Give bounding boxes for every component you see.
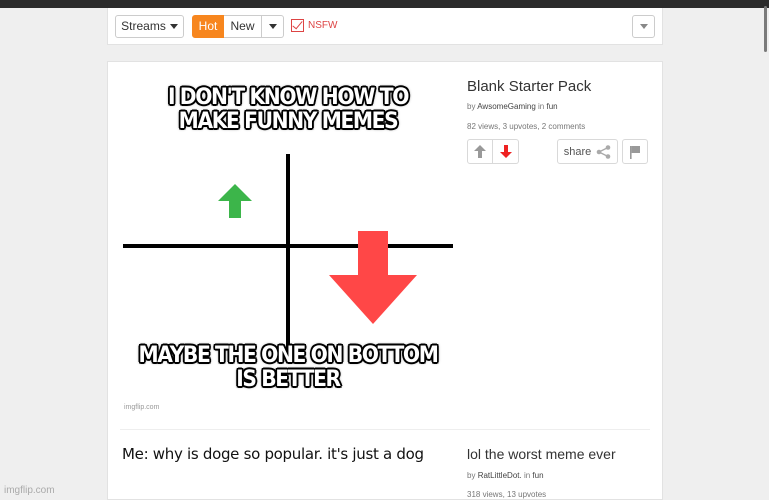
post-divider <box>120 429 650 430</box>
chevron-down-icon <box>639 24 648 29</box>
vote-buttons <box>467 139 519 164</box>
nsfw-checkbox[interactable]: NSFW <box>291 19 337 32</box>
post-author-line: by AwsomeGaming in fun <box>467 102 558 111</box>
green-up-arrow-icon <box>218 184 252 218</box>
author-link[interactable]: AwsomeGaming <box>477 102 536 111</box>
post-title[interactable]: Blank Starter Pack <box>467 78 591 95</box>
chevron-down-icon <box>169 24 178 29</box>
sort-more-dropdown[interactable] <box>262 15 284 38</box>
image-watermark: imgflip.com <box>124 404 160 411</box>
flag-icon <box>630 145 640 159</box>
share-icon <box>596 144 611 159</box>
scrollbar-thumb[interactable] <box>764 6 767 52</box>
tab-hot[interactable]: Hot <box>192 15 224 38</box>
stream-link[interactable]: fun <box>546 102 557 111</box>
downvote-button[interactable] <box>493 139 519 164</box>
stream-link[interactable]: fun <box>532 471 543 480</box>
options-dropdown[interactable] <box>632 15 655 38</box>
meme-feed: I DON'T KNOW HOW TO MAKE FUNNY MEMES MAY… <box>107 61 663 500</box>
chevron-down-icon <box>268 24 277 29</box>
post-author-line: by RatLittleDot. in fun <box>467 471 544 480</box>
tab-new[interactable]: New <box>224 15 262 38</box>
share-label: share <box>563 145 592 158</box>
by-label: by <box>467 471 476 480</box>
vertical-axis-line <box>286 154 290 354</box>
post-title[interactable]: lol the worst meme ever <box>467 446 616 462</box>
streams-label: Streams <box>121 19 166 33</box>
meme-caption-bottom: MAYBE THE ONE ON BOTTOM IS BETTER <box>138 343 439 392</box>
nsfw-label: NSFW <box>308 20 338 31</box>
share-button[interactable]: share <box>557 139 618 164</box>
meme-image[interactable]: I DON'T KNOW HOW TO MAKE FUNNY MEMES MAY… <box>122 76 454 416</box>
upvote-arrow-icon <box>474 145 486 158</box>
by-label: by <box>467 102 476 111</box>
meme-image-caption[interactable]: Me: why is doge so popular. it's just a … <box>122 445 424 463</box>
streams-dropdown[interactable]: Streams <box>115 15 184 38</box>
red-down-arrow-icon <box>329 231 417 324</box>
in-label: in <box>538 102 545 111</box>
screenshot-watermark: imgflip.com <box>4 485 55 496</box>
browser-top-bar <box>0 0 769 8</box>
filter-bar: Streams Hot New NSFW <box>107 8 663 45</box>
in-label: in <box>523 471 531 480</box>
upvote-button[interactable] <box>467 139 493 164</box>
post-stats: 82 views, 3 upvotes, 2 comments <box>467 122 586 131</box>
sort-tabs: Hot New <box>192 15 284 38</box>
meme-caption-top: I DON'T KNOW HOW TO MAKE FUNNY MEMES <box>167 85 409 134</box>
downvote-arrow-icon <box>499 145 512 158</box>
author-link[interactable]: RatLittleDot. <box>478 471 522 480</box>
checkbox-checked-icon[interactable] <box>291 19 304 32</box>
flag-button[interactable] <box>622 139 648 164</box>
post-stats: 318 views, 13 upvotes <box>467 490 547 499</box>
